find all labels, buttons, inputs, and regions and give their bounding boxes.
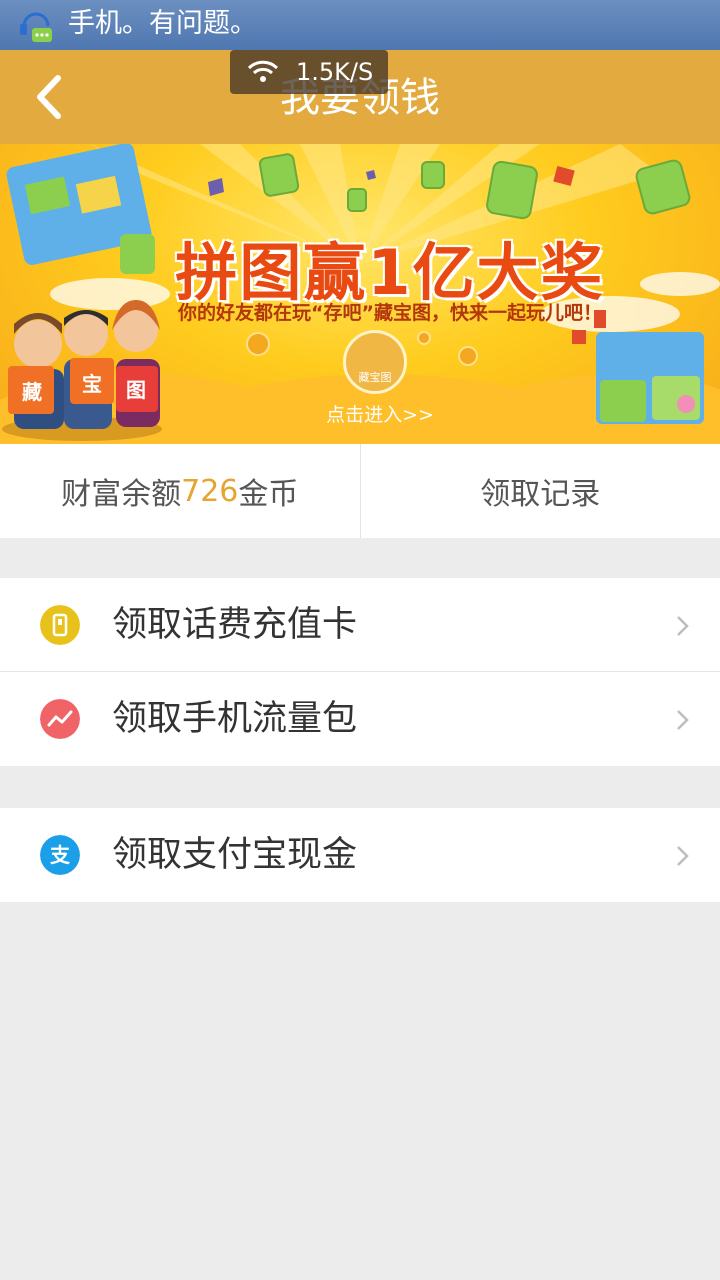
wealth-balance-suffix: 金币	[238, 477, 299, 512]
wealth-balance-amount: 726	[181, 473, 239, 509]
menu-item-label: 领取手机流量包	[112, 699, 358, 739]
svg-text:支: 支	[50, 843, 71, 867]
network-speed-text: 1.5K/S	[296, 58, 374, 86]
network-speed-toast: 1.5K/S	[230, 50, 388, 94]
wealth-balance-prefix: 财富余额	[61, 477, 182, 512]
banner-subline: 你的好友都在玩“存吧”藏宝图，快来一起玩儿吧！	[178, 302, 602, 324]
phone-card-icon	[40, 605, 80, 645]
data-trend-icon	[40, 699, 80, 739]
menu-group-1: 领取话费充值卡 领取手机流量包	[0, 578, 720, 766]
treasure-map-badge-label: 藏宝图	[358, 371, 392, 384]
menu-group-2: 支 领取支付宝现金	[0, 808, 720, 902]
banner-sign-3: 图	[126, 378, 146, 402]
treasure-map-badge[interactable]: 藏宝图	[343, 330, 407, 394]
alipay-icon: 支	[40, 835, 80, 875]
notification-text: 手机。有问题。	[68, 8, 257, 39]
back-arrow-icon[interactable]	[30, 72, 70, 122]
status-bar: 手机。有问题。	[0, 0, 720, 50]
banner-sign-2: 宝	[82, 372, 102, 396]
promo-banner[interactable]: 拼图赢1亿大奖 你的好友都在玩“存吧”藏宝图，快来一起玩儿吧！ 藏宝图 点击进入…	[0, 144, 720, 444]
chevron-right-icon	[677, 616, 689, 636]
menu-item-phone-card[interactable]: 领取话费充值卡	[0, 578, 720, 672]
banner-enter-link[interactable]: 点击进入>>	[300, 400, 460, 427]
chevron-right-icon	[677, 710, 689, 730]
claim-record-button[interactable]: 领取记录	[361, 444, 720, 538]
wifi-icon	[247, 60, 279, 82]
claim-record-label: 领取记录	[480, 477, 601, 512]
chevron-right-icon	[677, 846, 689, 866]
assistant-icon	[20, 12, 52, 42]
wealth-balance: 财富余额 726 金币	[0, 444, 360, 538]
menu-item-label: 领取话费充值卡	[112, 605, 358, 645]
menu-item-alipay-cash[interactable]: 支 领取支付宝现金	[0, 808, 720, 902]
menu-item-label: 领取支付宝现金	[112, 835, 358, 875]
wealth-bar: 财富余额 726 金币 领取记录	[0, 444, 720, 538]
banner-sign-1: 藏	[22, 380, 42, 404]
menu-item-data-package[interactable]: 领取手机流量包	[0, 672, 720, 766]
